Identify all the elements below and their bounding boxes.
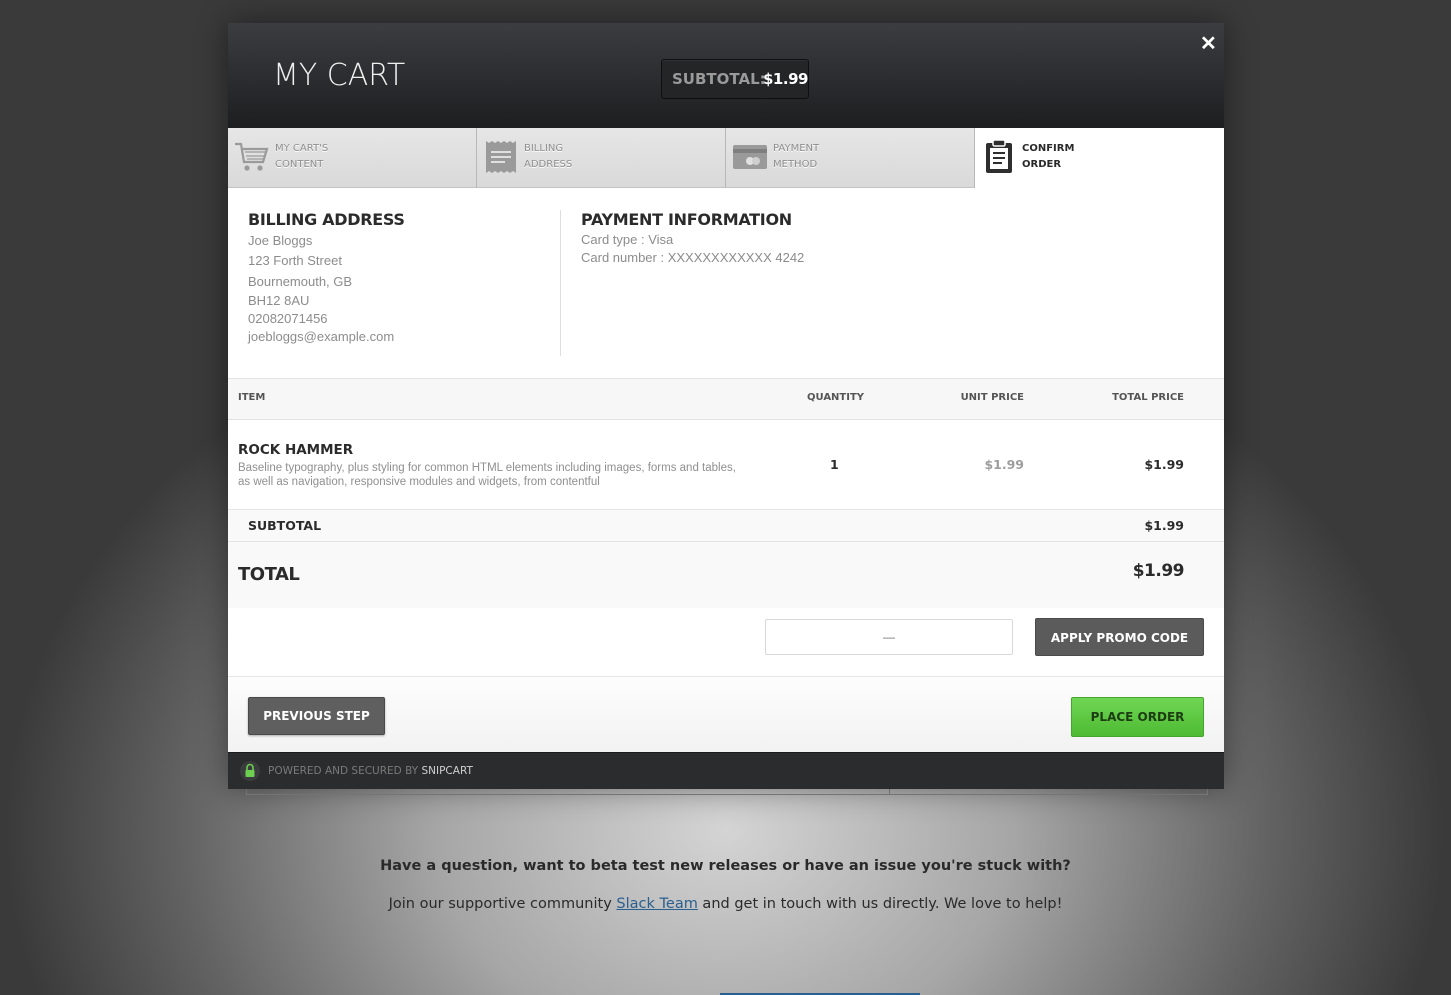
billing-phone: 02082071456	[248, 311, 328, 326]
step-billing-address[interactable]: BILLING ADDRESS	[477, 128, 726, 188]
payment-info-block: PAYMENT INFORMATION Card type : Visa Car…	[581, 210, 1081, 267]
previous-step-button[interactable]: PREVIOUS STEP	[248, 697, 385, 735]
billing-name: Joe Bloggs	[248, 233, 313, 248]
apply-promo-button[interactable]: APPLY PROMO CODE	[1035, 618, 1204, 656]
item-unit-price: $1.99	[984, 457, 1024, 472]
subtotal-value: $1.99	[1144, 518, 1184, 533]
step-confirm-order[interactable]: CONFIRM ORDER	[975, 128, 1224, 188]
promo-code-input[interactable]	[765, 619, 1013, 655]
checkout-steps: MY CART'S CONTENT BILLING ADDRESS PAYMEN…	[228, 128, 1224, 188]
step-label-line1: PAYMENT	[773, 143, 820, 154]
promo-section: APPLY PROMO CODE	[228, 608, 1224, 677]
receipt-icon	[486, 141, 516, 173]
modal-header: MY CART SUBTOTAL: $1.99 ✕	[228, 23, 1224, 128]
close-icon[interactable]: ✕	[1200, 34, 1217, 54]
subtotal-badge-label: SUBTOTAL:	[672, 70, 766, 88]
step-label-line2: ADDRESS	[524, 159, 573, 170]
cart-icon	[235, 142, 269, 171]
item-quantity: 1	[830, 457, 839, 472]
order-info: BILLING ADDRESS Joe Bloggs 123 Forth Str…	[228, 188, 1224, 378]
cart-modal: MY CART SUBTOTAL: $1.99 ✕ MY CART'S CONT…	[228, 23, 1224, 789]
billing-email: joebloggs@example.com	[248, 329, 395, 344]
help-question-text: Have a question, want to beta test new r…	[380, 858, 1071, 874]
card-number: Card number : XXXXXXXXXXXX 4242	[581, 250, 805, 265]
billing-street: 123 Forth Street	[248, 253, 342, 268]
step-label-line1: CONFIRM	[1022, 143, 1075, 154]
snipcart-brand: SNIPCART	[421, 765, 473, 777]
item-total-price: $1.99	[1144, 457, 1184, 472]
total-label: TOTAL	[238, 564, 300, 585]
cart-title: MY CART	[273, 58, 406, 93]
step-navigation: PREVIOUS STEP PLACE ORDER	[228, 677, 1224, 752]
step-label-line1: BILLING	[524, 143, 564, 154]
billing-address-title: BILLING ADDRESS	[248, 210, 405, 229]
item-description: Baseline typography, plus styling for co…	[238, 462, 736, 488]
powered-by-text: POWERED AND SECURED BY SNIPCART	[268, 765, 473, 777]
total-value: $1.99	[1132, 561, 1185, 581]
card-type: Card type : Visa	[581, 232, 674, 247]
table-row: ROCK HAMMER Baseline typography, plus st…	[228, 420, 1224, 510]
step-label-line2: ORDER	[1022, 159, 1062, 170]
header-item: ITEM	[238, 392, 266, 403]
credit-card-icon	[733, 145, 767, 169]
step-label-line2: CONTENT	[275, 159, 324, 170]
step-label-line1: MY CART'S	[275, 143, 329, 154]
subtotal-badge-value: $1.99	[763, 70, 808, 88]
help-join-text: Join our supportive community Slack Team…	[0, 896, 1451, 912]
modal-footer: POWERED AND SECURED BY SNIPCART	[228, 752, 1224, 789]
header-unit-price: UNIT PRICE	[960, 392, 1024, 403]
step-label-line2: METHOD	[773, 159, 818, 170]
billing-address-block: BILLING ADDRESS Joe Bloggs 123 Forth Str…	[248, 210, 561, 356]
place-order-button[interactable]: PLACE ORDER	[1071, 697, 1204, 737]
billing-postcode: BH12 8AU	[248, 293, 310, 308]
step-cart-content[interactable]: MY CART'S CONTENT	[228, 128, 477, 188]
subtotal-label: SUBTOTAL	[248, 518, 322, 533]
item-name: ROCK HAMMER	[238, 442, 354, 458]
subtotal-badge: SUBTOTAL: $1.99	[661, 59, 809, 99]
powered-label: POWERED AND SECURED BY	[268, 765, 422, 777]
header-total-price: TOTAL PRICE	[1112, 392, 1184, 403]
lock-icon	[240, 761, 260, 781]
slack-team-link[interactable]: Slack Team	[616, 896, 697, 912]
clipboard-icon	[986, 140, 1012, 173]
items-table-header: ITEM QUANTITY UNIT PRICE TOTAL PRICE	[228, 379, 1224, 420]
subtotal-row: SUBTOTAL $1.99	[228, 510, 1224, 542]
billing-city: Bournemouth, GB	[248, 274, 353, 289]
join-suffix: and get in touch with us directly. We lo…	[697, 896, 1063, 912]
payment-info-title: PAYMENT INFORMATION	[581, 210, 792, 229]
step-payment-method[interactable]: PAYMENT METHOD	[726, 128, 975, 188]
join-prefix: Join our supportive community	[388, 896, 617, 912]
header-quantity: QUANTITY	[807, 392, 865, 403]
total-row: TOTAL $1.99	[228, 542, 1224, 608]
